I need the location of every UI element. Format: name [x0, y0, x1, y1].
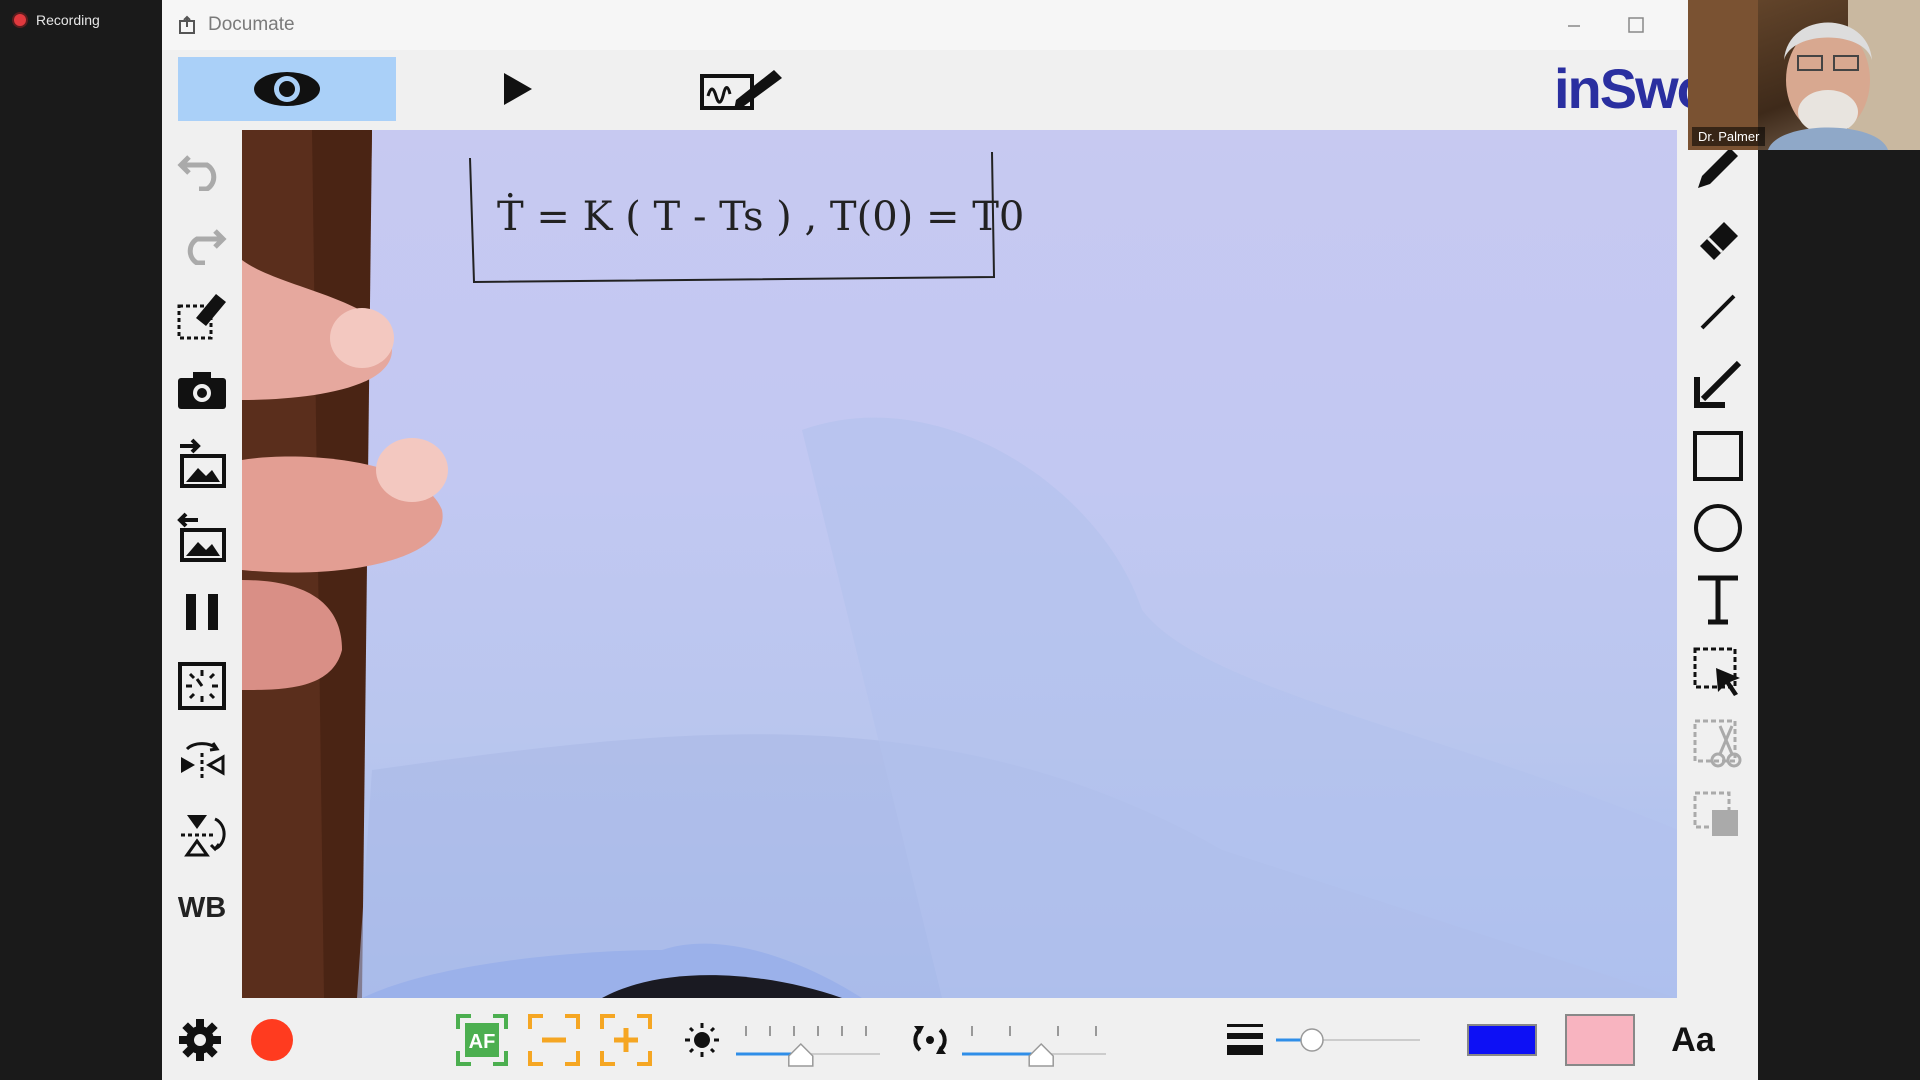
right-toolbar — [1678, 130, 1758, 990]
equation-text: Ṫ = K ( T - Ts ) , T(0) = T0 — [497, 193, 1024, 240]
brightness-slider[interactable] — [732, 1012, 884, 1068]
brightness-thumb[interactable] — [788, 1042, 814, 1067]
line-width-icon — [1227, 1024, 1263, 1055]
line-width-slider[interactable] — [1272, 1012, 1424, 1068]
select-icon — [1693, 647, 1740, 696]
camera-icon — [178, 372, 226, 409]
fill-color-button[interactable] — [1562, 1012, 1638, 1068]
fill-color-swatch — [1565, 1014, 1635, 1066]
recording-label: Recording — [36, 12, 100, 28]
record-icon — [251, 1019, 293, 1061]
cut-tool-button[interactable] — [1688, 714, 1748, 774]
line-width-thumb[interactable] — [1300, 1028, 1324, 1052]
flip-icon — [181, 742, 225, 781]
live-view-button[interactable] — [178, 57, 396, 121]
redo-button[interactable] — [172, 212, 232, 272]
autofocus-button[interactable]: AF — [452, 1012, 512, 1068]
documate-window: Documate inSwo WB Ṫ = K (T - Ts) , T(… — [162, 0, 1758, 1080]
autofocus-icon: AF — [456, 1014, 508, 1066]
annotate-button[interactable] — [682, 57, 802, 121]
rectangle-tool-button[interactable] — [1688, 426, 1748, 486]
clear-drawing-button[interactable] — [172, 286, 232, 346]
scissors-icon — [1693, 719, 1742, 768]
app-icon — [179, 15, 195, 34]
gear-icon — [179, 1019, 221, 1061]
eraser-tool-button[interactable] — [1688, 210, 1748, 270]
minimize-button[interactable] — [1560, 12, 1588, 38]
export-image-icon — [177, 512, 226, 562]
undo-icon — [177, 155, 217, 191]
zoom-out-icon — [528, 1014, 580, 1066]
eye-icon — [254, 72, 320, 106]
freeze-timer-button[interactable] — [172, 656, 232, 716]
eraser-icon — [1700, 222, 1738, 260]
capture-button[interactable] — [172, 360, 232, 420]
rectangle-icon — [1693, 431, 1743, 481]
participant-name: Dr. Palmer — [1692, 127, 1766, 146]
pen-color-swatch — [1467, 1024, 1537, 1056]
brand-logo: inSwo — [1554, 57, 1711, 120]
white-balance-button[interactable]: WB — [172, 878, 232, 938]
brightness-slider-track — [736, 1026, 880, 1067]
rotation-icon-wrap — [908, 1012, 952, 1068]
pause-button[interactable] — [172, 582, 232, 642]
record-button[interactable] — [242, 1012, 302, 1068]
brightness-icon-wrap — [680, 1012, 724, 1068]
settings-button[interactable] — [170, 1012, 230, 1068]
line-width-slider-track — [1276, 1028, 1420, 1052]
rotation-slider-track — [962, 1026, 1106, 1067]
ellipse-tool-button[interactable] — [1688, 498, 1748, 558]
maximize-button[interactable] — [1622, 12, 1650, 38]
play-icon — [504, 73, 532, 105]
recording-indicator: Recording — [14, 12, 100, 28]
bottom-toolbar: AF Aa — [162, 1000, 1758, 1080]
zoom-out-button[interactable] — [524, 1012, 584, 1068]
arrow-tool-button[interactable] — [1688, 354, 1748, 414]
redo-icon — [187, 229, 227, 265]
left-toolbar: WB — [162, 130, 242, 990]
copy-tool-button[interactable] — [1688, 786, 1748, 846]
recording-dot-icon — [14, 14, 26, 26]
rotate-icon — [181, 815, 226, 857]
title-bar: Documate — [162, 0, 1688, 50]
camera-feed: Ṫ = K ( T - Ts ) , T(0) = T0 — [242, 130, 1677, 998]
import-image-button[interactable] — [172, 434, 232, 494]
flip-button[interactable] — [172, 730, 232, 790]
minimize-icon — [1568, 25, 1580, 27]
font-button[interactable]: Aa — [1658, 1012, 1728, 1068]
camera-canvas[interactable]: Ṫ = K ( T - Ts ) , T(0) = T0 — [242, 130, 1677, 998]
pause-icon — [186, 594, 218, 630]
af-label: AF — [469, 1031, 496, 1053]
zoom-in-button[interactable] — [596, 1012, 656, 1068]
clear-drawing-icon — [177, 294, 226, 340]
zoom-in-icon — [600, 1014, 652, 1066]
rotation-icon — [913, 1026, 947, 1054]
import-image-icon — [180, 438, 226, 488]
play-button[interactable] — [462, 57, 572, 121]
export-image-button[interactable] — [172, 508, 232, 568]
maximize-icon — [1628, 17, 1644, 33]
rotate-button[interactable] — [172, 804, 232, 864]
copy-icon — [1693, 791, 1738, 836]
line-tool-button[interactable] — [1688, 282, 1748, 342]
mode-toolbar: inSwo — [162, 50, 1711, 128]
undo-button[interactable] — [172, 138, 232, 198]
line-icon — [1700, 294, 1736, 330]
annotate-pen-icon — [700, 70, 782, 110]
text-tool-button[interactable] — [1688, 570, 1748, 630]
pen-icon — [1698, 148, 1738, 188]
text-icon — [1698, 575, 1738, 625]
brightness-icon — [685, 1023, 719, 1057]
pen-color-button[interactable] — [1464, 1012, 1540, 1068]
line-width-button[interactable] — [1220, 1012, 1270, 1068]
timer-icon — [178, 662, 226, 710]
rotation-thumb[interactable] — [1028, 1042, 1054, 1067]
select-tool-button[interactable] — [1688, 642, 1748, 702]
window-title: Documate — [208, 14, 295, 35]
record-dot — [251, 1019, 293, 1061]
arrow-icon — [1694, 360, 1742, 408]
circle-icon — [1694, 504, 1742, 552]
webcam-video: Dr. Palmer — [1688, 0, 1920, 150]
rotation-slider[interactable] — [958, 1012, 1110, 1068]
